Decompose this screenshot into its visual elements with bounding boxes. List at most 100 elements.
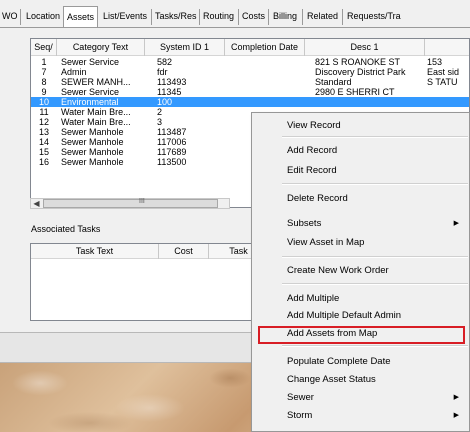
cell-seq: 15 [38,147,49,157]
cell-system-id: fdr [157,67,168,77]
table-row[interactable]: 10 Environmental 100 [31,97,469,107]
menu-item-edit-record[interactable]: Edit Record [252,162,469,180]
cell-desc1: Standard [315,77,352,87]
tab-location[interactable]: Location [26,8,60,27]
tab-related[interactable]: Related [307,8,338,27]
menu-item-label: Populate Complete Date [287,356,391,367]
tab-tasks-res[interactable]: Tasks/Res [155,8,197,27]
menu-item-label: Add Multiple [287,293,340,304]
cell-category: Sewer Manhole [61,137,124,147]
tab-divider [20,9,21,25]
tab-wo[interactable]: WO [2,8,18,27]
menu-item-add-record[interactable]: Add Record [252,142,469,160]
menu-item-populate-complete-date[interactable]: Populate Complete Date [252,353,469,371]
column-header-extra[interactable] [425,39,469,56]
scrollbar-thumb[interactable]: III [43,198,218,208]
cell-category: Sewer Service [61,57,120,67]
menu-item-add-multiple-default-admin[interactable]: Add Multiple Default Admin [252,307,469,325]
cell-extra: 153 [427,57,443,67]
table-row[interactable]: 1 Sewer Service 582 821 S ROANOKE ST 153 [31,57,469,67]
cell-category: Sewer Service [61,87,120,97]
cell-category: Water Main Bre... [61,117,131,127]
menu-item-label: Create New Work Order [287,265,389,276]
menu-separator [282,256,468,258]
cell-completion-date [229,97,303,107]
column-header-cost[interactable]: Cost [159,244,209,259]
menu-item-add-multiple[interactable]: Add Multiple [252,290,469,308]
menu-item-label: Sewer [287,392,314,403]
cell-extra [427,87,469,97]
cell-system-id: 11345 [157,87,182,97]
menu-item-label: Add Multiple Default Admin [287,310,402,321]
tab-assets[interactable]: Assets [63,6,99,28]
menu-separator [282,345,468,347]
cell-system-id: 582 [157,57,173,67]
cell-system-id: 2 [157,107,163,117]
menu-item-label: Subsets [287,218,322,229]
cell-desc1: Discovery District Park [315,67,406,77]
menu-item-view-asset-in-map[interactable]: View Asset in Map [252,234,469,252]
menu-item-view-record[interactable]: View Record [252,117,469,135]
tab-costs[interactable]: Costs [242,8,265,27]
associated-tasks-label: Associated Tasks [31,224,101,234]
column-header-system-id[interactable]: System ID 1 [145,39,225,56]
cell-category: SEWER MANH... [61,77,131,87]
cell-seq: 8 [41,77,47,87]
column-header-seq[interactable]: Seq/ [31,39,57,56]
cell-completion-date [229,67,303,77]
table-row[interactable]: 7 Admin fdr Discovery District Park East sid [31,67,469,77]
cell-seq: 9 [41,87,47,97]
cell-seq: 14 [38,137,49,147]
cell-extra: East sid [427,67,460,77]
column-header-task-text[interactable]: Task Text [31,244,159,259]
highlight-annotation-box [258,326,465,344]
cell-extra: S TATU [427,77,458,87]
table-row[interactable]: 9 Sewer Service 11345 2980 E SHERRI CT [31,87,469,97]
cell-system-id: 100 [157,97,173,107]
tab-list-events[interactable]: List/Events [103,8,147,27]
horizontal-scrollbar[interactable]: ◀ III [30,198,230,209]
tab-divider [238,9,239,25]
context-menu: View Record Add Record Edit Record Delete R… [251,112,470,432]
menu-separator [282,283,468,285]
submenu-arrow-icon: ▶ [453,394,459,401]
cell-category: Admin [61,67,87,77]
column-header-category[interactable]: Category Text [57,39,145,56]
table-row[interactable]: 8 SEWER MANH... 113493 Standard S TATU [31,77,469,87]
menu-item-delete-record[interactable]: Delete Record [252,190,469,208]
column-header-completion-date[interactable]: Completion Date [225,39,305,56]
cell-desc1: 821 S ROANOKE ST [315,57,401,67]
menu-separator [282,183,468,185]
cell-category: Sewer Manhole [61,157,124,167]
menu-item-sewer[interactable]: Sewer ▶ [252,389,469,407]
menu-item-change-asset-status[interactable]: Change Asset Status [252,371,469,389]
menu-item-label: Edit Record [287,165,337,176]
column-header-desc1[interactable]: Desc 1 [305,39,425,56]
cell-category: Sewer Manhole [61,147,124,157]
tab-divider [342,9,343,25]
menu-item-label: View Asset in Map [287,237,365,248]
tab-billing[interactable]: Billing [273,8,297,27]
cell-system-id: 117006 [157,137,187,147]
tab-strip: WO Location Assets List/Events Tasks/Res… [0,0,470,33]
menu-item-storm[interactable]: Storm ▶ [252,407,469,425]
scrollbar-grip: III [139,198,145,205]
submenu-arrow-icon: ▶ [453,412,459,419]
cell-desc1: 2980 E SHERRI CT [315,87,395,97]
cell-completion-date [229,77,303,87]
menu-item-subsets[interactable]: Subsets ▶ [252,215,469,233]
menu-item-label: Storm [287,410,313,421]
cell-system-id: 113487 [157,127,187,137]
menu-item-label: View Record [287,120,341,131]
menu-item-create-new-work-order[interactable]: Create New Work Order [252,262,469,280]
cell-seq: 12 [38,117,49,127]
tab-requests[interactable]: Requests/Tra [347,8,401,27]
tab-divider [151,9,152,25]
tab-routing[interactable]: Routing [203,8,234,27]
scroll-left-arrow-icon[interactable]: ◀ [31,199,42,208]
assets-grid-header: Seq/ Category Text System ID 1 Completio… [31,39,469,56]
cell-completion-date [229,57,303,67]
cell-seq: 10 [38,97,49,107]
menu-item-label: Delete Record [287,193,348,204]
cell-system-id: 3 [157,117,163,127]
